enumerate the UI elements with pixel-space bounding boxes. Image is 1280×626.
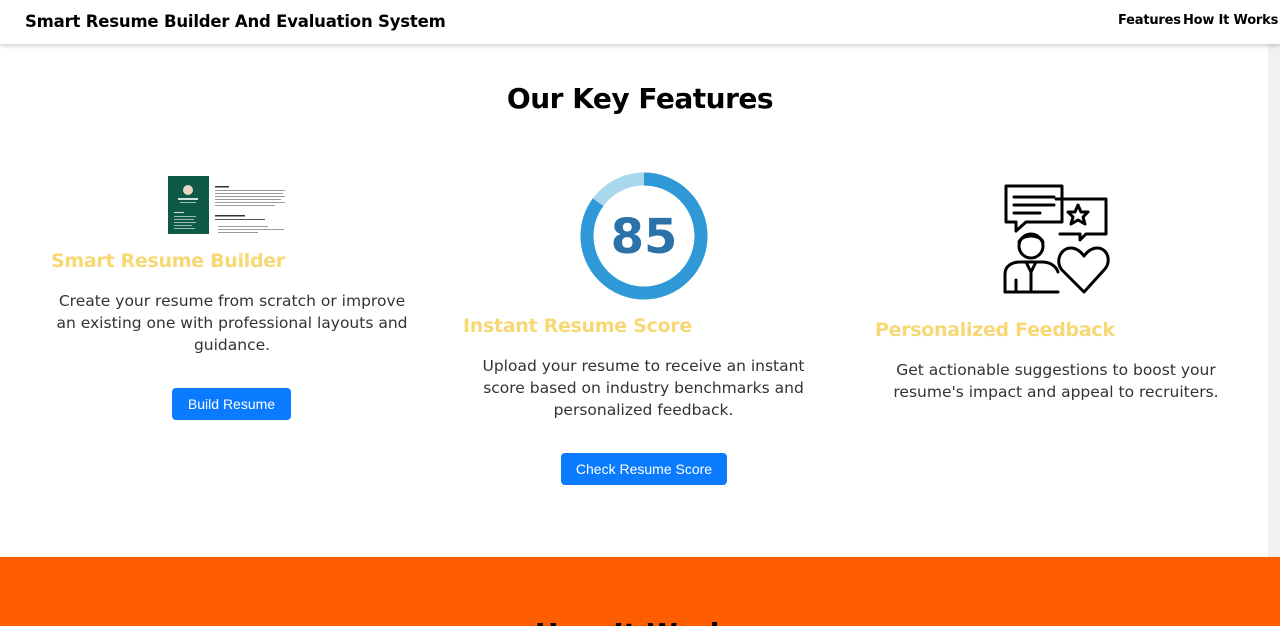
score-value: 85 — [611, 209, 678, 265]
feature-description-instant-resume-score: Upload your resume to receive an instant… — [482, 357, 805, 419]
how-it-works-title: How It Works — [0, 617, 1280, 626]
build-resume-button[interactable]: Build Resume — [172, 388, 291, 420]
nav-link-features[interactable]: Features — [1118, 13, 1181, 28]
resume-thumbnail-image — [168, 176, 288, 234]
how-it-works-section: How It Works — [0, 557, 1280, 626]
nav-link-how-it-works[interactable]: How It Works — [1183, 13, 1278, 28]
features-title: Our Key Features — [506, 82, 774, 115]
feature-title-instant-resume-score: Instant Resume Score — [463, 315, 692, 337]
check-resume-score-button[interactable]: Check Resume Score — [561, 453, 727, 485]
scrollbar[interactable] — [1268, 44, 1280, 626]
score-ring: 85 — [579, 171, 709, 301]
feature-title-smart-resume-builder: Smart Resume Builder — [51, 250, 285, 272]
feature-title-personalized-feedback: Personalized Feedback — [875, 319, 1115, 341]
feature-description-smart-resume-builder: Create your resume from scratch or impro… — [56, 292, 408, 354]
feedback-person-icon — [1000, 184, 1110, 296]
feature-description-personalized-feedback: Get actionable suggestions to boost your… — [893, 361, 1219, 401]
navbar: Smart Resume Builder And Evaluation Syst… — [0, 0, 1280, 44]
brand-title[interactable]: Smart Resume Builder And Evaluation Syst… — [25, 12, 446, 31]
